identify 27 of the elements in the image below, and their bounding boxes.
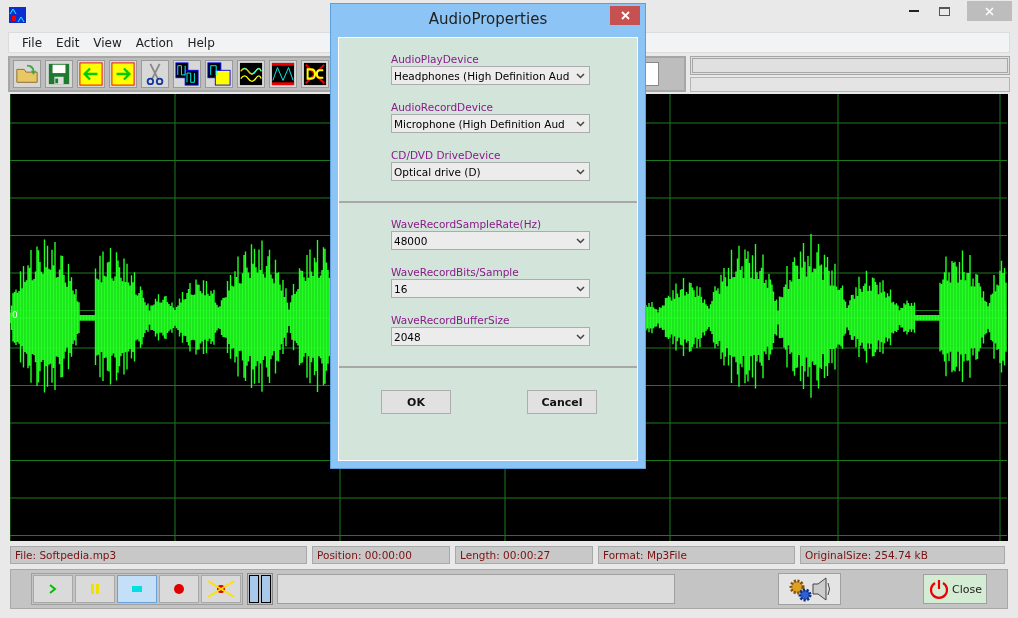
status-field: Format: Mp3File	[598, 546, 795, 564]
field-label: WaveRecordBits/Sample	[391, 266, 520, 278]
status-field: OriginalSize: 254.74 kB	[800, 546, 1005, 564]
menu-item[interactable]: Edit	[49, 35, 87, 50]
menu-item[interactable]: Action	[128, 35, 181, 50]
field-label: WaveRecordBufferSize	[391, 314, 511, 326]
menu-item[interactable]: Help	[180, 35, 222, 50]
ok-button[interactable]: OK	[381, 390, 451, 414]
status-field: Position: 00:00:00	[312, 546, 450, 564]
status-field: Length: 00:00:27	[455, 546, 593, 564]
field-label: AudioRecordDevice	[391, 101, 495, 113]
menu-item[interactable]: File	[15, 35, 50, 50]
field-label: AudioPlayDevice	[391, 53, 480, 65]
status-field: File: Softpedia.mp3	[10, 546, 307, 564]
close-app-button[interactable]: Close	[923, 574, 987, 604]
field-label: WaveRecordSampleRate(Hz)	[391, 218, 543, 230]
dialog-title: AudioProperties	[428, 10, 548, 28]
dropdown[interactable]: 48000	[391, 231, 590, 250]
field-label: CD/DVD DriveDevice	[391, 149, 502, 161]
dropdown[interactable]: 16	[391, 279, 590, 298]
zero-label: 0	[12, 310, 18, 320]
cancel-button[interactable]: Cancel	[527, 390, 597, 414]
dropdown[interactable]: Optical drive (D)	[391, 162, 590, 181]
dropdown[interactable]: 2048	[391, 327, 590, 346]
dropdown[interactable]: Microphone (High Definition Aud	[391, 114, 590, 133]
dropdown[interactable]: Headphones (High Definition Aud	[391, 66, 590, 85]
menu-item[interactable]: View	[86, 35, 129, 50]
